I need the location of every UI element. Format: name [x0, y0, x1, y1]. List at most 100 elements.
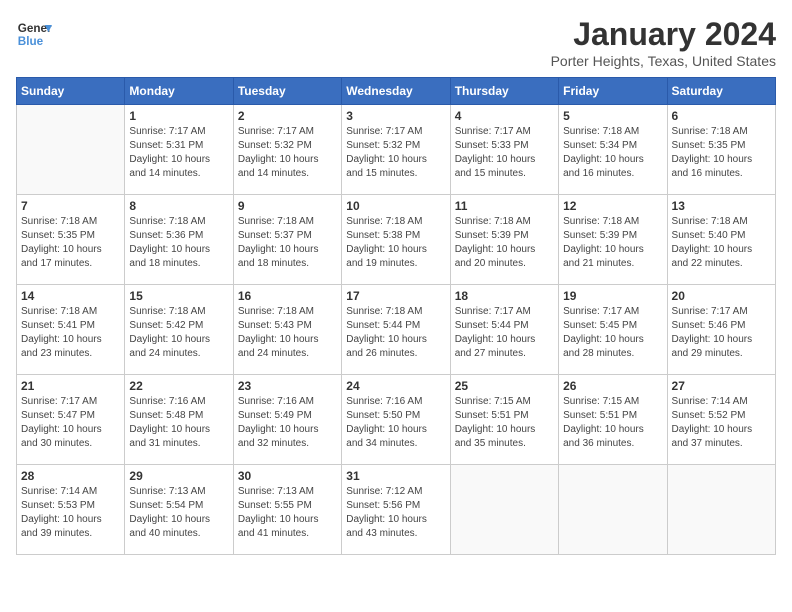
calendar-cell: 19 Sunrise: 7:17 AMSunset: 5:45 PMDayligh…: [559, 285, 667, 375]
calendar-cell: 27 Sunrise: 7:14 AMSunset: 5:52 PMDayligh…: [667, 375, 775, 465]
day-info: Sunrise: 7:18 AMSunset: 5:34 PMDaylight:…: [563, 125, 662, 181]
calendar-table: SundayMondayTuesdayWednesdayThursdayFrid…: [16, 77, 776, 555]
weekday-header-saturday: Saturday: [667, 78, 775, 105]
calendar-cell: 28Sunrise: 7:14 AMSunset: 5:53 PMDayligh…: [17, 465, 125, 555]
day-info: Sunrise: 7:17 AMSunset: 5:44 PMDaylight:…: [455, 305, 554, 361]
calendar-cell: 3Sunrise: 7:17 AMSunset: 5:32 PMDaylight…: [342, 105, 450, 195]
day-number: 8: [129, 199, 228, 213]
calendar-cell: 24 Sunrise: 7:16 AMSunset: 5:50 PMDayligh…: [342, 375, 450, 465]
day-info: Sunrise: 7:17 AMSunset: 5:32 PMDaylight:…: [238, 125, 337, 181]
weekday-header-friday: Friday: [559, 78, 667, 105]
day-number: 23: [238, 379, 337, 393]
day-number: 9: [238, 199, 337, 213]
weekday-header-tuesday: Tuesday: [233, 78, 341, 105]
calendar-cell: 11Sunrise: 7:18 AMSunset: 5:39 PMDayligh…: [450, 195, 558, 285]
calendar-cell: 10 Sunrise: 7:18 AMSunset: 5:38 PMDayligh…: [342, 195, 450, 285]
calendar-cell: 1Sunrise: 7:17 AMSunset: 5:31 PMDaylight…: [125, 105, 233, 195]
day-number: 18: [455, 289, 554, 303]
day-number: 31: [346, 469, 445, 483]
day-number: 26: [563, 379, 662, 393]
day-number: 6: [672, 109, 771, 123]
calendar-cell: 6 Sunrise: 7:18 AMSunset: 5:35 PMDaylight…: [667, 105, 775, 195]
calendar-cell: 16 Sunrise: 7:18 AMSunset: 5:43 PMDayligh…: [233, 285, 341, 375]
calendar-cell: 5Sunrise: 7:18 AMSunset: 5:34 PMDaylight…: [559, 105, 667, 195]
day-info: Sunrise: 7:17 AMSunset: 5:32 PMDaylight:…: [346, 125, 445, 181]
day-number: 28: [21, 469, 120, 483]
day-number: 30: [238, 469, 337, 483]
day-number: 14: [21, 289, 120, 303]
day-info: Sunrise: 7:16 AMSunset: 5:50 PMDaylight:…: [346, 395, 445, 451]
day-number: 24: [346, 379, 445, 393]
calendar-cell: [667, 465, 775, 555]
calendar-cell: 30 Sunrise: 7:13 AMSunset: 5:55 PMDayligh…: [233, 465, 341, 555]
day-info: Sunrise: 7:18 AMSunset: 5:35 PMDaylight:…: [21, 215, 120, 271]
day-info: Sunrise: 7:13 AMSunset: 5:55 PMDaylight:…: [238, 485, 337, 541]
day-number: 22: [129, 379, 228, 393]
weekday-header-wednesday: Wednesday: [342, 78, 450, 105]
day-info: Sunrise: 7:16 AMSunset: 5:48 PMDaylight:…: [129, 395, 228, 451]
calendar-cell: [559, 465, 667, 555]
calendar-cell: 29Sunrise: 7:13 AMSunset: 5:54 PMDayligh…: [125, 465, 233, 555]
day-number: 20: [672, 289, 771, 303]
calendar-cell: 25Sunrise: 7:15 AMSunset: 5:51 PMDayligh…: [450, 375, 558, 465]
day-info: Sunrise: 7:17 AMSunset: 5:47 PMDaylight:…: [21, 395, 120, 451]
day-info: Sunrise: 7:18 AMSunset: 5:43 PMDaylight:…: [238, 305, 337, 361]
location: Porter Heights, Texas, United States: [551, 53, 776, 69]
calendar-cell: 2 Sunrise: 7:17 AMSunset: 5:32 PMDaylight…: [233, 105, 341, 195]
day-number: 12: [563, 199, 662, 213]
day-number: 19: [563, 289, 662, 303]
calendar-cell: 20 Sunrise: 7:17 AMSunset: 5:46 PMDayligh…: [667, 285, 775, 375]
calendar-cell: 9 Sunrise: 7:18 AMSunset: 5:37 PMDaylight…: [233, 195, 341, 285]
day-info: Sunrise: 7:15 AMSunset: 5:51 PMDaylight:…: [563, 395, 662, 451]
title-block: January 2024 Porter Heights, Texas, Unit…: [551, 16, 776, 69]
day-number: 2: [238, 109, 337, 123]
day-number: 27: [672, 379, 771, 393]
weekday-header-row: SundayMondayTuesdayWednesdayThursdayFrid…: [17, 78, 776, 105]
calendar-cell: 23 Sunrise: 7:16 AMSunset: 5:49 PMDayligh…: [233, 375, 341, 465]
calendar-cell: 22 Sunrise: 7:16 AMSunset: 5:48 PMDayligh…: [125, 375, 233, 465]
week-row-1: 1Sunrise: 7:17 AMSunset: 5:31 PMDaylight…: [17, 105, 776, 195]
day-info: Sunrise: 7:18 AMSunset: 5:37 PMDaylight:…: [238, 215, 337, 271]
calendar-cell: 26 Sunrise: 7:15 AMSunset: 5:51 PMDayligh…: [559, 375, 667, 465]
calendar-cell: 7 Sunrise: 7:18 AMSunset: 5:35 PMDaylight…: [17, 195, 125, 285]
calendar-cell: [17, 105, 125, 195]
day-number: 11: [455, 199, 554, 213]
day-info: Sunrise: 7:18 AMSunset: 5:44 PMDaylight:…: [346, 305, 445, 361]
calendar-cell: 12 Sunrise: 7:18 AMSunset: 5:39 PMDayligh…: [559, 195, 667, 285]
day-info: Sunrise: 7:18 AMSunset: 5:38 PMDaylight:…: [346, 215, 445, 271]
week-row-5: 28Sunrise: 7:14 AMSunset: 5:53 PMDayligh…: [17, 465, 776, 555]
calendar-cell: 31 Sunrise: 7:12 AMSunset: 5:56 PMDayligh…: [342, 465, 450, 555]
weekday-header-monday: Monday: [125, 78, 233, 105]
day-info: Sunrise: 7:17 AMSunset: 5:46 PMDaylight:…: [672, 305, 771, 361]
calendar-cell: 4Sunrise: 7:17 AMSunset: 5:33 PMDaylight…: [450, 105, 558, 195]
week-row-3: 14 Sunrise: 7:18 AMSunset: 5:41 PMDayligh…: [17, 285, 776, 375]
day-number: 10: [346, 199, 445, 213]
day-info: Sunrise: 7:18 AMSunset: 5:36 PMDaylight:…: [129, 215, 228, 271]
calendar-cell: 15Sunrise: 7:18 AMSunset: 5:42 PMDayligh…: [125, 285, 233, 375]
day-info: Sunrise: 7:12 AMSunset: 5:56 PMDaylight:…: [346, 485, 445, 541]
page-header: General Blue January 2024 Porter Heights…: [16, 16, 776, 69]
day-info: Sunrise: 7:17 AMSunset: 5:33 PMDaylight:…: [455, 125, 554, 181]
day-number: 13: [672, 199, 771, 213]
logo-icon: General Blue: [16, 16, 52, 52]
calendar-cell: 14 Sunrise: 7:18 AMSunset: 5:41 PMDayligh…: [17, 285, 125, 375]
weekday-header-sunday: Sunday: [17, 78, 125, 105]
logo: General Blue: [16, 16, 52, 52]
day-info: Sunrise: 7:13 AMSunset: 5:54 PMDaylight:…: [129, 485, 228, 541]
day-info: Sunrise: 7:16 AMSunset: 5:49 PMDaylight:…: [238, 395, 337, 451]
day-info: Sunrise: 7:18 AMSunset: 5:35 PMDaylight:…: [672, 125, 771, 181]
day-number: 21: [21, 379, 120, 393]
day-info: Sunrise: 7:18 AMSunset: 5:39 PMDaylight:…: [563, 215, 662, 271]
day-info: Sunrise: 7:17 AMSunset: 5:45 PMDaylight:…: [563, 305, 662, 361]
day-number: 7: [21, 199, 120, 213]
week-row-4: 21 Sunrise: 7:17 AMSunset: 5:47 PMDayligh…: [17, 375, 776, 465]
week-row-2: 7 Sunrise: 7:18 AMSunset: 5:35 PMDaylight…: [17, 195, 776, 285]
day-number: 16: [238, 289, 337, 303]
day-info: Sunrise: 7:14 AMSunset: 5:52 PMDaylight:…: [672, 395, 771, 451]
day-info: Sunrise: 7:15 AMSunset: 5:51 PMDaylight:…: [455, 395, 554, 451]
svg-text:Blue: Blue: [18, 35, 44, 48]
day-info: Sunrise: 7:18 AMSunset: 5:41 PMDaylight:…: [21, 305, 120, 361]
calendar-cell: 18 Sunrise: 7:17 AMSunset: 5:44 PMDayligh…: [450, 285, 558, 375]
calendar-cell: 17Sunrise: 7:18 AMSunset: 5:44 PMDayligh…: [342, 285, 450, 375]
calendar-cell: 8 Sunrise: 7:18 AMSunset: 5:36 PMDaylight…: [125, 195, 233, 285]
